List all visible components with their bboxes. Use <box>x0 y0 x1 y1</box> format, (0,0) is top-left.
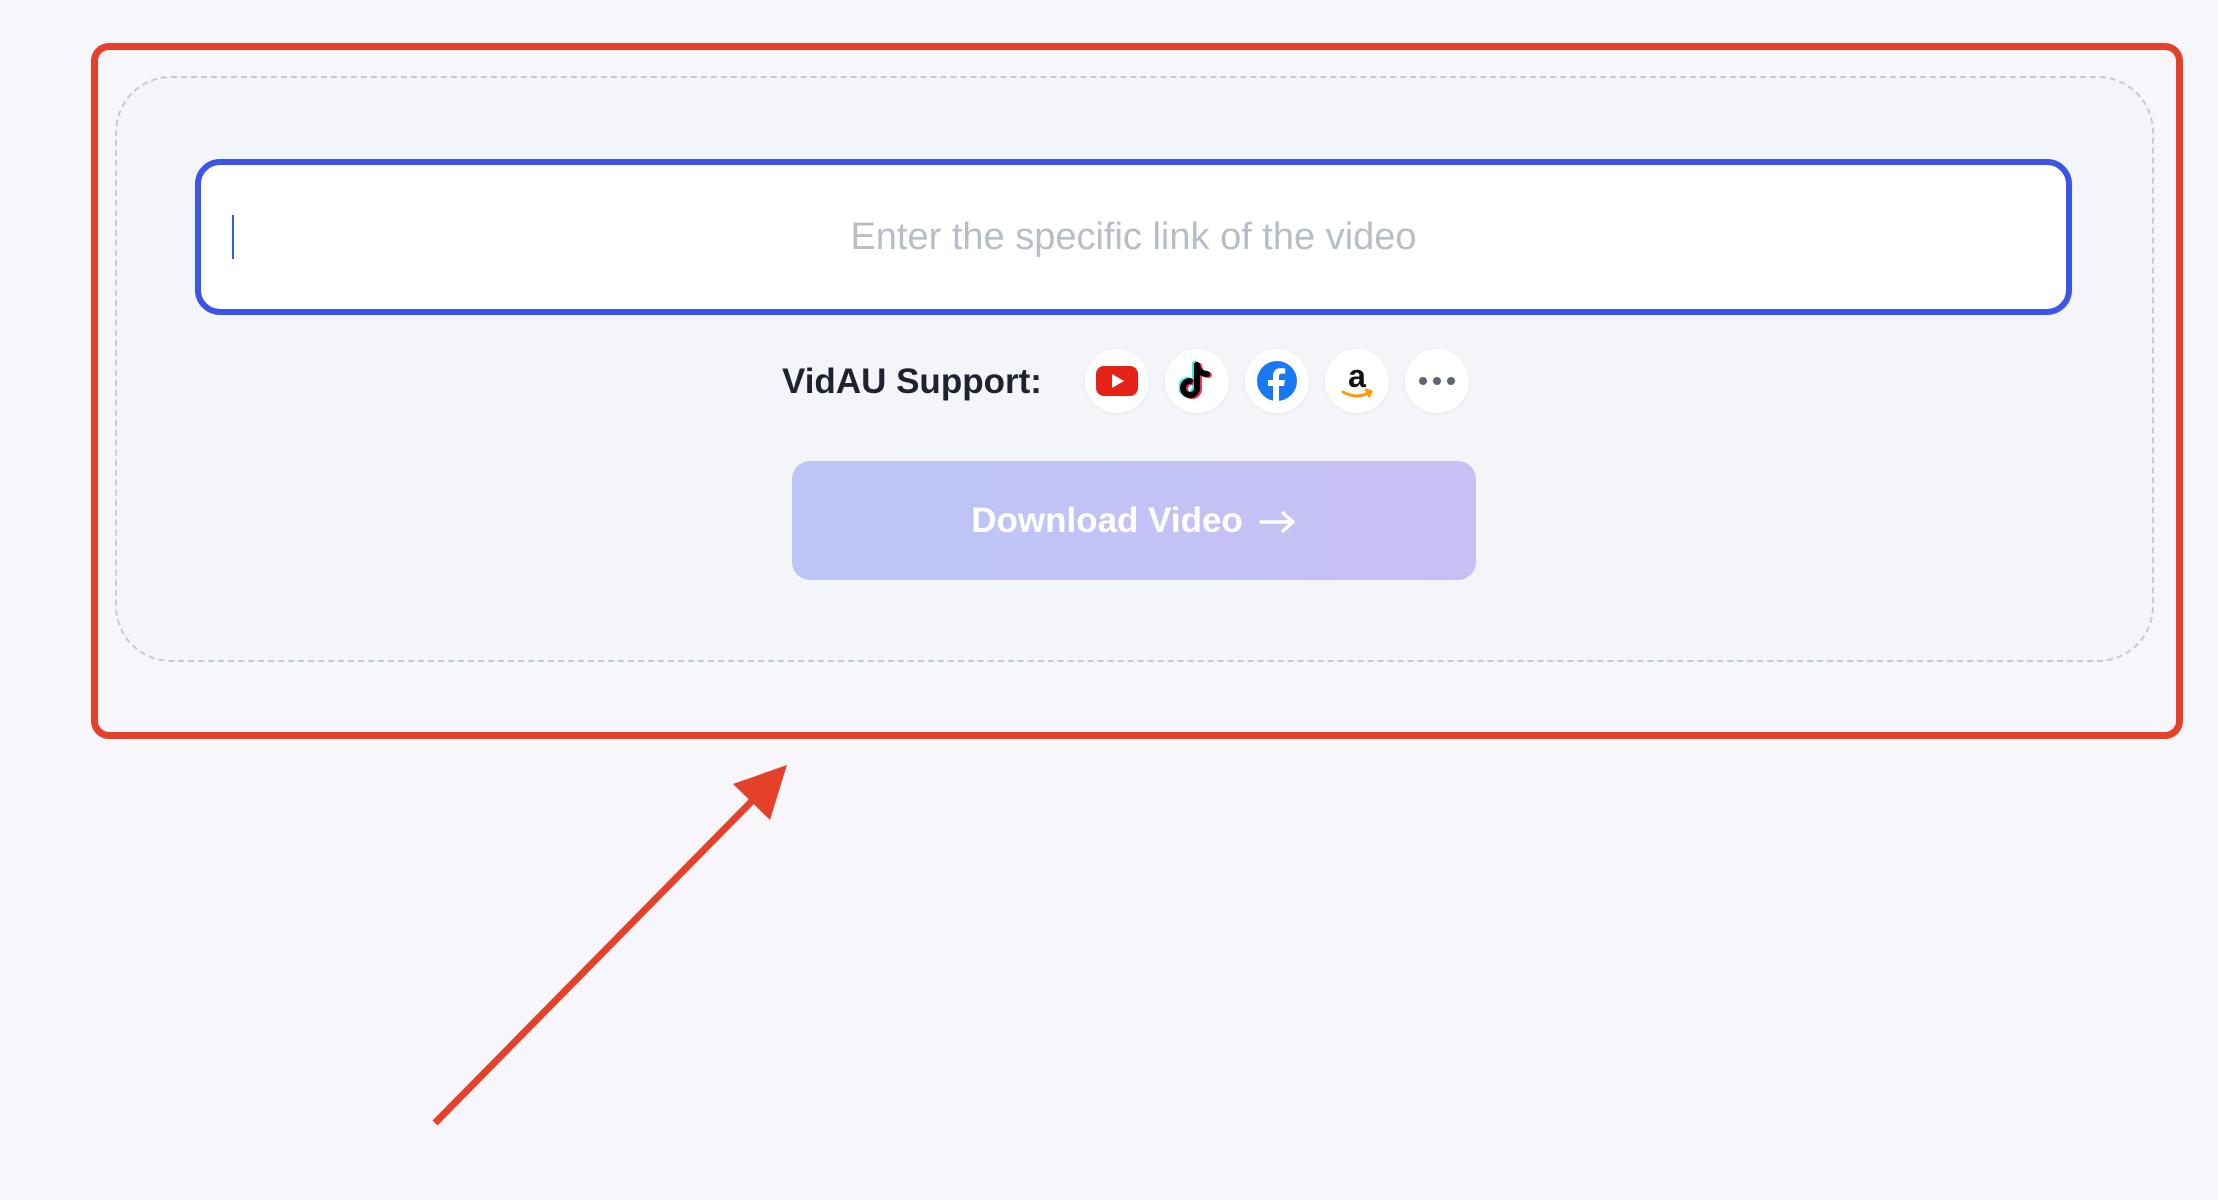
support-label: VidAU Support: <box>782 362 1042 401</box>
facebook-icon[interactable] <box>1245 349 1309 413</box>
download-video-button[interactable]: Download Video <box>792 461 1476 580</box>
download-button-label: Download Video <box>971 500 1243 540</box>
tiktok-icon[interactable] <box>1165 349 1229 413</box>
youtube-icon[interactable] <box>1085 349 1149 413</box>
video-link-input[interactable] <box>195 159 2072 315</box>
svg-text:a: a <box>1348 359 1366 394</box>
arrow-right-icon <box>1259 501 1297 541</box>
amazon-icon[interactable]: a <box>1325 349 1389 413</box>
more-icon[interactable] <box>1405 349 1469 413</box>
text-cursor <box>232 215 234 259</box>
